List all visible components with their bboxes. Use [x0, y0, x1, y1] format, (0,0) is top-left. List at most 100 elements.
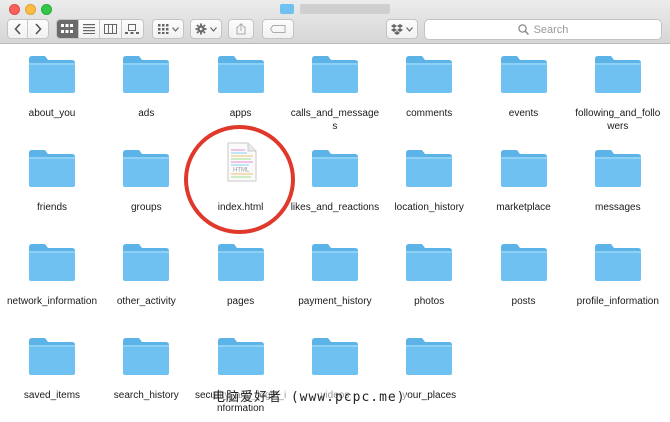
folder-item[interactable]: pages [194, 242, 288, 308]
file-name-label: friends [36, 202, 67, 213]
folder-icon [5, 242, 99, 288]
file-name-label: ads [138, 108, 155, 119]
file-name-label: saved_items [23, 390, 81, 401]
back-button[interactable] [8, 20, 29, 38]
chevron-right-icon [35, 23, 42, 35]
folder-icon [5, 54, 99, 100]
folder-icon [280, 4, 294, 14]
folder-item[interactable]: messages [571, 148, 665, 214]
share-icon [236, 23, 246, 35]
folder-icon [5, 148, 99, 194]
close-window-button[interactable] [9, 4, 20, 15]
folder-item[interactable]: profile_information [571, 242, 665, 308]
navigation-buttons [7, 19, 49, 39]
view-mode-selector [56, 19, 144, 39]
file-name-label: events [508, 108, 539, 119]
folder-item[interactable]: posts [477, 242, 571, 308]
file-name-label: marketplace [496, 202, 551, 213]
folder-icon [194, 336, 288, 382]
file-name-label: groups [131, 202, 162, 213]
folder-icon [194, 54, 288, 100]
folder-icon [382, 54, 476, 100]
folder-item[interactable]: apps [194, 54, 288, 120]
folder-icon [194, 242, 288, 288]
chevron-left-icon [13, 23, 21, 35]
file-name-label: likes_and_reactions [290, 202, 380, 213]
folder-icon [571, 242, 665, 288]
svg-text:HTML: HTML [233, 168, 250, 174]
minimize-window-button[interactable] [25, 4, 36, 15]
file-name-label: payment_history [298, 296, 372, 307]
folder-item[interactable]: payment_history [288, 242, 382, 308]
file-name-label: location_history [394, 202, 464, 213]
tag-icon [270, 25, 286, 33]
folder-icon [288, 54, 382, 100]
folder-icon [477, 54, 571, 100]
folder-item[interactable]: network_information [5, 242, 99, 308]
grid-icon [61, 24, 74, 33]
window-title [280, 2, 390, 16]
file-item[interactable]: HTML index.html [194, 142, 288, 214]
folder-icon [288, 148, 382, 194]
folder-icon [99, 148, 193, 194]
column-view-button[interactable] [100, 20, 122, 38]
folder-item[interactable]: about_you [5, 54, 99, 120]
file-name-label: about_you [28, 108, 76, 119]
file-name-label: profile_information [576, 296, 659, 307]
folder-item[interactable]: ads [99, 54, 193, 120]
folder-item[interactable]: calls_and_messages [288, 54, 382, 133]
folder-item[interactable]: other_activity [99, 242, 193, 308]
columns-icon [103, 24, 117, 34]
folder-icon [477, 242, 571, 288]
file-name-label: photos [414, 296, 445, 307]
arrange-button[interactable] [152, 19, 184, 39]
folder-item[interactable]: friends [5, 148, 99, 214]
list-icon [82, 24, 95, 34]
gallery-view-button[interactable] [122, 20, 143, 38]
folder-icon [382, 336, 476, 382]
forward-button[interactable] [28, 20, 48, 38]
folder-icon [288, 336, 382, 382]
folder-icon [382, 148, 476, 194]
folder-item[interactable]: search_history [99, 336, 193, 402]
tags-button[interactable] [262, 19, 294, 39]
chevron-down-icon [210, 26, 217, 32]
folder-icon [571, 148, 665, 194]
folder-item[interactable]: comments [382, 54, 476, 120]
file-name-label: search_history [113, 390, 179, 401]
file-name-label: posts [511, 296, 536, 307]
chevron-down-icon [406, 26, 413, 32]
zoom-window-button[interactable] [41, 4, 52, 15]
folder-icon [99, 242, 193, 288]
folder-item[interactable]: likes_and_reactions [288, 148, 382, 214]
list-view-button[interactable] [79, 20, 100, 38]
folder-item[interactable]: marketplace [477, 148, 571, 214]
folder-item[interactable]: events [477, 54, 571, 120]
file-name-label: other_activity [116, 296, 176, 307]
folder-icon [477, 148, 571, 194]
watermark: 电脑爱好者 (www.pcpc.me) [212, 386, 406, 405]
file-name-label: apps [229, 108, 252, 119]
icon-view-button[interactable] [57, 20, 79, 38]
finder-toolbar: Search [0, 0, 670, 44]
action-button[interactable] [190, 19, 222, 39]
window-title-redacted [300, 4, 390, 14]
folder-icon [99, 54, 193, 100]
gear-icon [195, 23, 207, 35]
file-name-label: following_and_followers [575, 108, 661, 132]
dropbox-button[interactable] [386, 19, 418, 39]
gallery-icon [125, 24, 140, 34]
folder-item[interactable]: photos [382, 242, 476, 308]
folder-item[interactable]: saved_items [5, 336, 99, 402]
file-name-label: index.html [217, 202, 264, 213]
search-placeholder: Search [533, 23, 569, 36]
folder-icon [288, 242, 382, 288]
search-icon [517, 24, 529, 35]
search-field[interactable]: Search [424, 19, 662, 40]
share-button[interactable] [228, 19, 254, 39]
folder-item[interactable]: following_and_followers [571, 54, 665, 133]
folder-item[interactable]: location_history [382, 148, 476, 214]
arrange-grid-icon [157, 24, 168, 34]
folder-icon [382, 242, 476, 288]
folder-item[interactable]: groups [99, 148, 193, 214]
